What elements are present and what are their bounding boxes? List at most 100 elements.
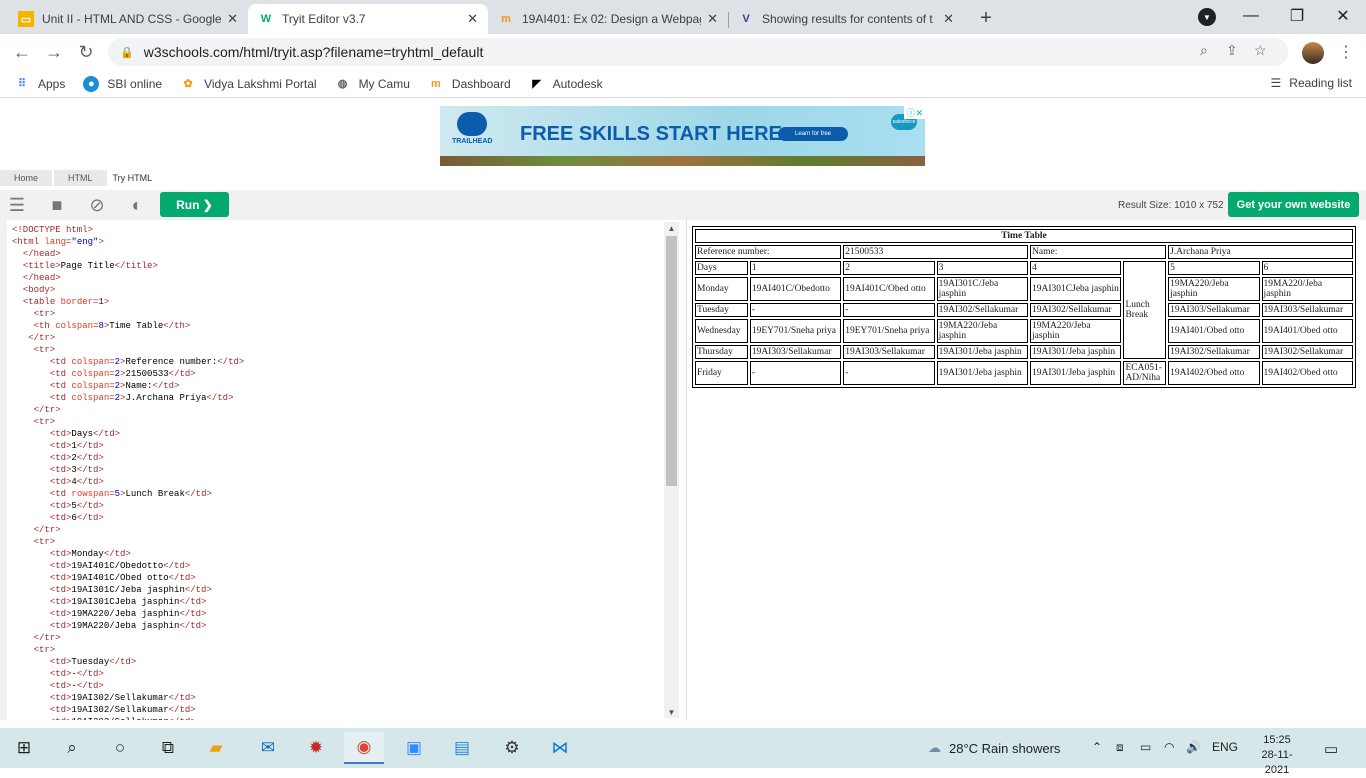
forward-icon[interactable]: → <box>42 40 66 64</box>
rotate-layout-icon[interactable]: ⊘ <box>86 194 108 216</box>
code-line[interactable]: <td>19AI302/Sellakumar</td> <box>12 692 662 704</box>
vscode-icon[interactable]: ⋈ <box>540 732 580 764</box>
code-line[interactable]: <tr> <box>12 344 662 356</box>
code-line[interactable]: <tr> <box>12 416 662 428</box>
tab-search-results[interactable]: V Showing results for contents of t ✕ <box>728 4 964 34</box>
close-tab-icon[interactable]: ✕ <box>943 11 954 27</box>
code-line[interactable]: <td>2</td> <box>12 452 662 464</box>
code-line[interactable]: <title>Page Title</title> <box>12 260 662 272</box>
network-icon[interactable]: ⧈ <box>1116 740 1124 755</box>
menu-icon[interactable]: ⋮ <box>1338 42 1354 62</box>
code-line[interactable]: <td>19MA220/Jeba jasphin</td> <box>12 608 662 620</box>
code-line[interactable]: <table border=1> <box>12 296 662 308</box>
notifications-icon[interactable]: ▭ <box>1324 740 1338 758</box>
zoom-icon[interactable]: ⌕ <box>1200 42 1208 59</box>
code-line[interactable]: <td>-</td> <box>12 680 662 692</box>
mail-icon[interactable]: ✉ <box>248 732 288 764</box>
code-line[interactable]: <td>19AI401C/Obed otto</td> <box>12 572 662 584</box>
bookmark-vidya-lakshmi[interactable]: ✿ Vidya Lakshmi Portal <box>180 76 316 92</box>
code-line[interactable]: <tr> <box>12 644 662 656</box>
code-line[interactable]: </tr> <box>12 524 662 536</box>
code-line[interactable]: <td>19AI303/Sellakumar</td> <box>12 716 662 720</box>
code-line[interactable]: <td colspan=2>J.Archana Priya</td> <box>12 392 662 404</box>
code-line[interactable]: </head> <box>12 272 662 284</box>
close-tab-icon[interactable]: ✕ <box>227 11 238 27</box>
scroll-down-icon[interactable]: ▼ <box>664 706 679 718</box>
breadcrumb-home[interactable]: Home <box>0 170 53 186</box>
code-line[interactable]: </tr> <box>12 632 662 644</box>
close-window-icon[interactable]: ✕ <box>1320 0 1366 32</box>
ad-close-icon[interactable]: ⓘ✕ <box>904 106 925 119</box>
code-line[interactable]: <td>Monday</td> <box>12 548 662 560</box>
code-line[interactable]: <td colspan=2>Name:</td> <box>12 380 662 392</box>
code-line[interactable]: <td>3</td> <box>12 464 662 476</box>
tab-search-icon[interactable]: ▼ <box>1198 8 1216 26</box>
minimize-icon[interactable]: — <box>1228 0 1274 32</box>
search-icon[interactable]: ⌕ <box>52 732 92 764</box>
dark-mode-icon[interactable]: ◐ <box>126 194 148 216</box>
hamburger-menu-icon[interactable]: ☰ <box>6 194 28 216</box>
back-icon[interactable]: ← <box>10 40 34 64</box>
url-text[interactable]: w3schools.com/html/tryit.asp?filename=tr… <box>144 44 484 60</box>
code-text[interactable]: <!DOCTYPE html> <html lang="eng"> </head>… <box>12 224 662 720</box>
close-tab-icon[interactable]: ✕ <box>707 11 718 27</box>
save-icon[interactable]: ■ <box>46 194 68 216</box>
code-line[interactable]: <html lang="eng"> <box>12 236 662 248</box>
get-website-button[interactable]: Get your own website <box>1228 192 1359 217</box>
language-indicator[interactable]: ENG <box>1212 740 1238 754</box>
code-editor[interactable]: <!DOCTYPE html> <html lang="eng"> </head>… <box>0 220 680 720</box>
battery-icon[interactable]: ▭ <box>1140 740 1151 754</box>
control-panel-icon[interactable]: ▤ <box>442 732 482 764</box>
code-line[interactable]: <td colspan=2>Reference number:</td> <box>12 356 662 368</box>
avatar[interactable] <box>1302 42 1324 64</box>
code-scrollbar[interactable]: ▲ ▼ <box>664 222 679 718</box>
zoom-icon[interactable]: ▣ <box>394 732 434 764</box>
weather-widget[interactable]: ☁ 28°C Rain showers <box>928 740 1060 756</box>
ad-cta-button[interactable]: Learn for free <box>778 127 848 141</box>
settings-icon[interactable]: ⚙ <box>492 732 532 764</box>
share-icon[interactable]: ⇪ <box>1226 42 1238 59</box>
restore-icon[interactable]: ❐ <box>1274 0 1320 32</box>
windows-start-icon[interactable]: ⊞ <box>4 732 44 764</box>
address-bar[interactable]: 🔒 w3schools.com/html/tryit.asp?filename=… <box>108 38 1288 66</box>
bookmark-dashboard[interactable]: m Dashboard <box>428 76 511 92</box>
code-line[interactable]: <td>6</td> <box>12 512 662 524</box>
chrome-icon[interactable]: ◉ <box>344 732 384 764</box>
code-line[interactable]: </head> <box>12 248 662 260</box>
code-line[interactable]: <td>5</td> <box>12 500 662 512</box>
code-line[interactable]: <td>Days</td> <box>12 428 662 440</box>
code-line[interactable]: <td>19MA220/Jeba jasphin</td> <box>12 620 662 632</box>
bookmark-star-icon[interactable]: ☆ <box>1254 42 1267 59</box>
code-line[interactable]: <td>19AI302/Sellakumar</td> <box>12 704 662 716</box>
bookmark-autodesk[interactable]: ◤ Autodesk <box>529 76 602 92</box>
code-line[interactable]: </tr> <box>12 404 662 416</box>
code-line[interactable]: <td>-</td> <box>12 668 662 680</box>
code-line[interactable]: <tr> <box>12 308 662 320</box>
clock[interactable]: 15:25 28-11-2021 <box>1252 733 1302 778</box>
code-line[interactable]: <td>19AI301CJeba jasphin</td> <box>12 596 662 608</box>
game-icon[interactable]: ✹ <box>296 732 336 764</box>
run-button[interactable]: Run ❯ <box>160 192 229 217</box>
reading-list-button[interactable]: ☰ Reading list <box>1271 76 1352 90</box>
trailhead-ad-banner[interactable]: TRAILHEAD FREE SKILLS START HERE. Learn … <box>440 106 925 166</box>
code-line[interactable]: <td>19AI401C/Obedotto</td> <box>12 560 662 572</box>
code-line[interactable]: </tr> <box>12 332 662 344</box>
code-line[interactable]: <td>Tuesday</td> <box>12 656 662 668</box>
tab-tryit-editor[interactable]: W Tryit Editor v3.7 ✕ <box>248 4 488 34</box>
file-explorer-icon[interactable]: ▰ <box>196 732 236 764</box>
tab-19ai401[interactable]: m 19AI401: Ex 02: Design a Webpag ✕ <box>488 4 728 34</box>
bookmark-sbi[interactable]: ● SBI online <box>83 75 162 92</box>
task-view-icon[interactable]: ⧉ <box>148 732 188 764</box>
breadcrumb-html[interactable]: HTML <box>54 170 107 186</box>
bookmark-my-camu[interactable]: ◍ My Camu <box>335 76 410 92</box>
tab-unit-ii[interactable]: ▭ Unit II - HTML AND CSS - Google ✕ <box>8 4 248 34</box>
scroll-up-icon[interactable]: ▲ <box>664 222 679 234</box>
new-tab-button[interactable]: + <box>972 4 1000 32</box>
code-line[interactable]: <th colspan=8>Time Table</th> <box>12 320 662 332</box>
reload-icon[interactable]: ↻ <box>74 40 98 64</box>
code-line[interactable]: <td>1</td> <box>12 440 662 452</box>
volume-icon[interactable]: 🔊 <box>1186 740 1201 754</box>
code-line[interactable]: <tr> <box>12 536 662 548</box>
code-line[interactable]: <td>4</td> <box>12 476 662 488</box>
code-line[interactable]: <td rowspan=5>Lunch Break</td> <box>12 488 662 500</box>
